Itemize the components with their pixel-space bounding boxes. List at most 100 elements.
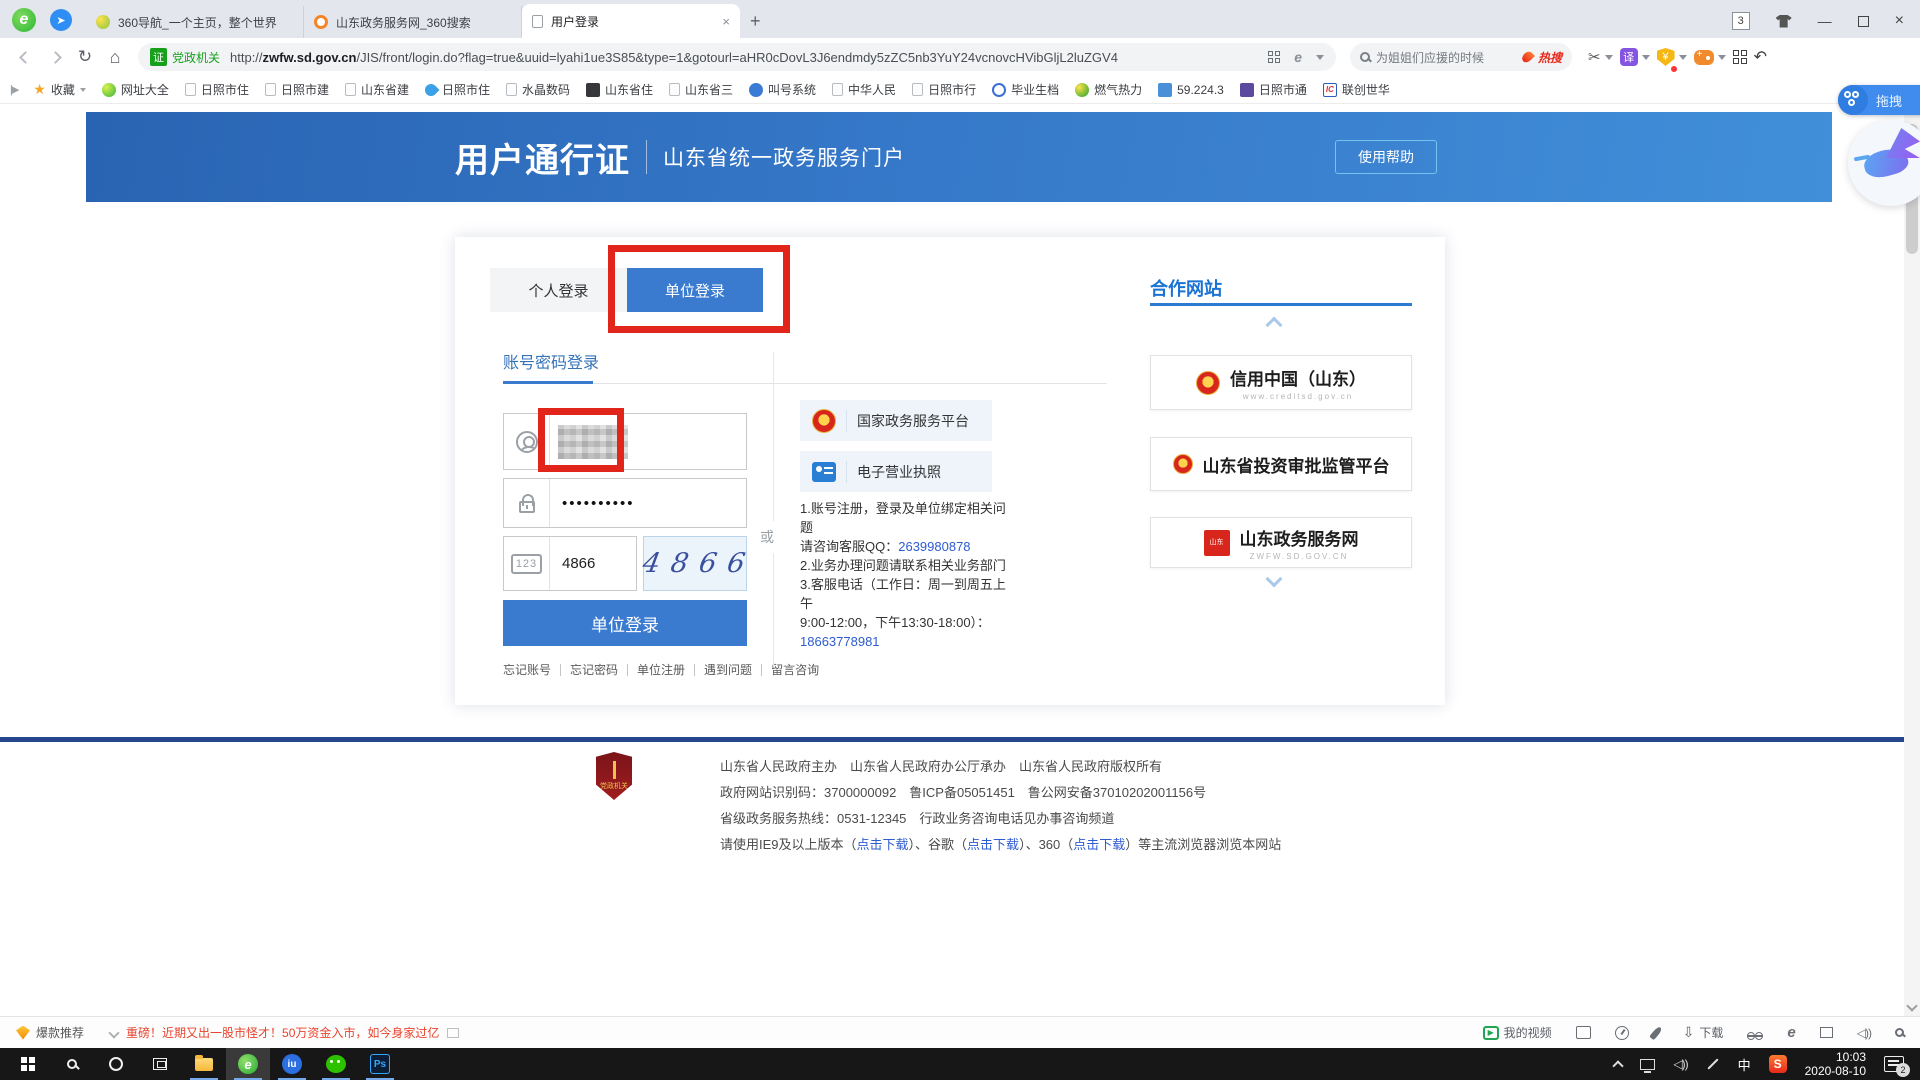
network-icon[interactable] xyxy=(1640,1059,1655,1070)
bookmark-item[interactable]: 水晶数码 xyxy=(506,81,570,98)
360-browser-button[interactable]: e xyxy=(226,1048,270,1080)
tab-360-search[interactable]: 山东政务服务网_360搜索 xyxy=(304,6,522,38)
back-button[interactable] xyxy=(10,53,40,62)
scroll-down-icon[interactable] xyxy=(1906,1000,1917,1011)
my-videos-button[interactable]: ▶我的视频 xyxy=(1483,1024,1552,1041)
incognito-icon[interactable] xyxy=(1747,1029,1763,1037)
new-tab-button[interactable]: + xyxy=(740,11,773,38)
company-register-link[interactable]: 单位注册 xyxy=(628,661,694,678)
bookmark-item[interactable]: 山东省三 xyxy=(669,81,733,98)
sidebar-collapse-icon[interactable]: |▶ xyxy=(10,83,17,96)
phone-number-link[interactable]: 18663778981 xyxy=(800,632,1012,651)
multi-window-icon[interactable] xyxy=(1820,1027,1833,1038)
refresh-button[interactable]: ↻ xyxy=(70,47,100,67)
qr-code-icon[interactable] xyxy=(1268,51,1280,63)
forgot-account-link[interactable]: 忘记账号 xyxy=(503,661,560,678)
minimize-button[interactable]: — xyxy=(1818,13,1832,29)
bookmark-item[interactable]: 日照市建 xyxy=(265,81,329,98)
bookmark-item[interactable]: IC联创世华 xyxy=(1323,81,1390,98)
pen-icon[interactable] xyxy=(1707,1058,1718,1069)
tab-personal-login[interactable]: 个人登录 xyxy=(490,268,627,312)
url-dropdown-icon[interactable] xyxy=(1316,55,1324,60)
tab-count-badge[interactable]: 3 xyxy=(1732,12,1750,30)
game-tool[interactable] xyxy=(1694,50,1726,65)
photoshop-button[interactable]: Ps xyxy=(358,1048,402,1080)
thunder-float-widget[interactable] xyxy=(1848,120,1920,206)
problem-link[interactable]: 遇到问题 xyxy=(695,661,761,678)
bookmark-item[interactable]: 日照市通 xyxy=(1240,81,1307,98)
tray-expand-icon[interactable] xyxy=(1613,1060,1624,1071)
ime-indicator[interactable]: 中 xyxy=(1738,1055,1751,1074)
download-ie-link[interactable]: 点击下载 xyxy=(857,837,909,852)
e-business-license-button[interactable]: 电子营业执照 xyxy=(800,451,992,492)
page-scrollbar[interactable] xyxy=(1904,104,1920,1016)
cortana-button[interactable] xyxy=(94,1048,138,1080)
tab-account-password-login[interactable]: 账号密码登录 xyxy=(503,349,599,373)
speed-tool-icon[interactable] xyxy=(1615,1026,1629,1040)
taskbar-search-button[interactable] xyxy=(50,1048,94,1080)
qq-number-link[interactable]: 2639980878 xyxy=(898,539,970,554)
forgot-password-link[interactable]: 忘记密码 xyxy=(561,661,627,678)
speaker-icon[interactable]: ◁)) xyxy=(1857,1026,1871,1040)
chevron-up-icon[interactable] xyxy=(1268,319,1284,335)
bookmark-item[interactable]: 59.224.3 xyxy=(1158,83,1224,97)
company-login-submit-button[interactable]: 单位登录 xyxy=(503,600,747,646)
start-button[interactable] xyxy=(6,1048,50,1080)
favorites-menu[interactable]: ★收藏 xyxy=(33,81,86,98)
search-input[interactable]: 为姐姐们应援的时候 热搜 xyxy=(1350,43,1572,71)
bookmark-item[interactable]: 毕业生档 xyxy=(992,81,1059,98)
message-consult-link[interactable]: 留言咨询 xyxy=(762,661,828,678)
captcha-input[interactable] xyxy=(562,555,632,572)
news-chevron-icon[interactable] xyxy=(108,1027,119,1038)
promo-label[interactable]: 爆款推荐 xyxy=(36,1024,84,1041)
ie-compat-icon[interactable]: e xyxy=(1294,49,1302,65)
wallet-tool[interactable]: ¥ xyxy=(1657,48,1687,66)
captcha-image[interactable]: 4866 xyxy=(643,536,747,591)
tab-360-nav[interactable]: 360导航_一个主页，整个世界 xyxy=(86,6,304,38)
iu-app-button[interactable]: iu xyxy=(270,1048,314,1080)
download-button[interactable]: ⇩下载 xyxy=(1683,1024,1724,1041)
undo-arrow-icon[interactable]: ↶ xyxy=(1754,47,1767,67)
bookmark-item[interactable]: 日照市行 xyxy=(912,81,976,98)
sogou-input-icon[interactable]: S xyxy=(1769,1055,1787,1073)
theme-skin-icon[interactable] xyxy=(1776,15,1792,28)
chevron-down-icon[interactable] xyxy=(1268,577,1284,593)
partner-credit-china[interactable]: ★ 信用中国（山东） www.creditsd.gov.cn xyxy=(1150,355,1412,410)
national-gov-platform-button[interactable]: ★ 国家政务服务平台 xyxy=(800,400,992,441)
password-field[interactable]: •••••••••• xyxy=(503,478,747,528)
bookmark-item[interactable]: 燃气热力 xyxy=(1075,81,1142,98)
home-button[interactable]: ⌂ xyxy=(100,47,130,68)
screenshot-tool[interactable]: ✂ xyxy=(1588,48,1613,66)
action-center-icon[interactable]: 2 xyxy=(1884,1056,1904,1072)
image-tool-icon[interactable] xyxy=(1576,1026,1591,1039)
news-ticker[interactable]: 重磅！近期又出一股市怪才！50万资金入市，如今身家过亿 xyxy=(126,1024,439,1041)
volume-icon[interactable]: ◁)) xyxy=(1673,1057,1687,1071)
tab-user-login[interactable]: 用户登录 × xyxy=(522,4,740,38)
bookmark-item[interactable]: 中华人民 xyxy=(832,81,896,98)
file-explorer-button[interactable] xyxy=(182,1048,226,1080)
download-chrome-link[interactable]: 点击下载 xyxy=(967,837,1019,852)
restore-button[interactable] xyxy=(1858,16,1869,27)
apps-grid-icon[interactable] xyxy=(1733,50,1747,64)
captcha-field[interactable]: 123 xyxy=(503,536,637,591)
partner-investment-platform[interactable]: ★ 山东省投资审批监管平台 xyxy=(1150,437,1412,491)
bookmark-item[interactable]: 日照市住 xyxy=(425,81,490,98)
url-input[interactable]: 证 党政机关 http://zwfw.sd.gov.cn/JIS/front/l… xyxy=(138,43,1336,71)
translate-tool[interactable]: 译 xyxy=(1620,48,1650,66)
close-button[interactable]: × xyxy=(1895,12,1904,30)
ie-mode-icon[interactable]: e xyxy=(1787,1024,1795,1041)
help-button[interactable]: 使用帮助 xyxy=(1335,140,1437,174)
bookmark-item[interactable]: 日照市住 xyxy=(185,81,249,98)
download-360-link[interactable]: 点击下载 xyxy=(1073,837,1125,852)
hot-search-label[interactable]: 热搜 xyxy=(1538,49,1562,66)
partner-sd-gov-service[interactable]: 山东 山东政务服务网 ZWFW.SD.GOV.CN xyxy=(1150,517,1412,568)
bookmark-item[interactable]: 叫号系统 xyxy=(749,81,816,98)
bookmark-item[interactable]: 网址大全 xyxy=(102,81,169,98)
drag-widget[interactable]: 拖拽 xyxy=(1838,85,1920,115)
nav-plane-icon[interactable]: ➤ xyxy=(50,9,72,31)
task-view-button[interactable] xyxy=(138,1048,182,1080)
page-search-icon[interactable] xyxy=(1895,1028,1904,1037)
forward-button[interactable] xyxy=(40,53,70,62)
tab-close-icon[interactable]: × xyxy=(722,14,730,29)
booster-icon[interactable] xyxy=(1649,1025,1663,1040)
